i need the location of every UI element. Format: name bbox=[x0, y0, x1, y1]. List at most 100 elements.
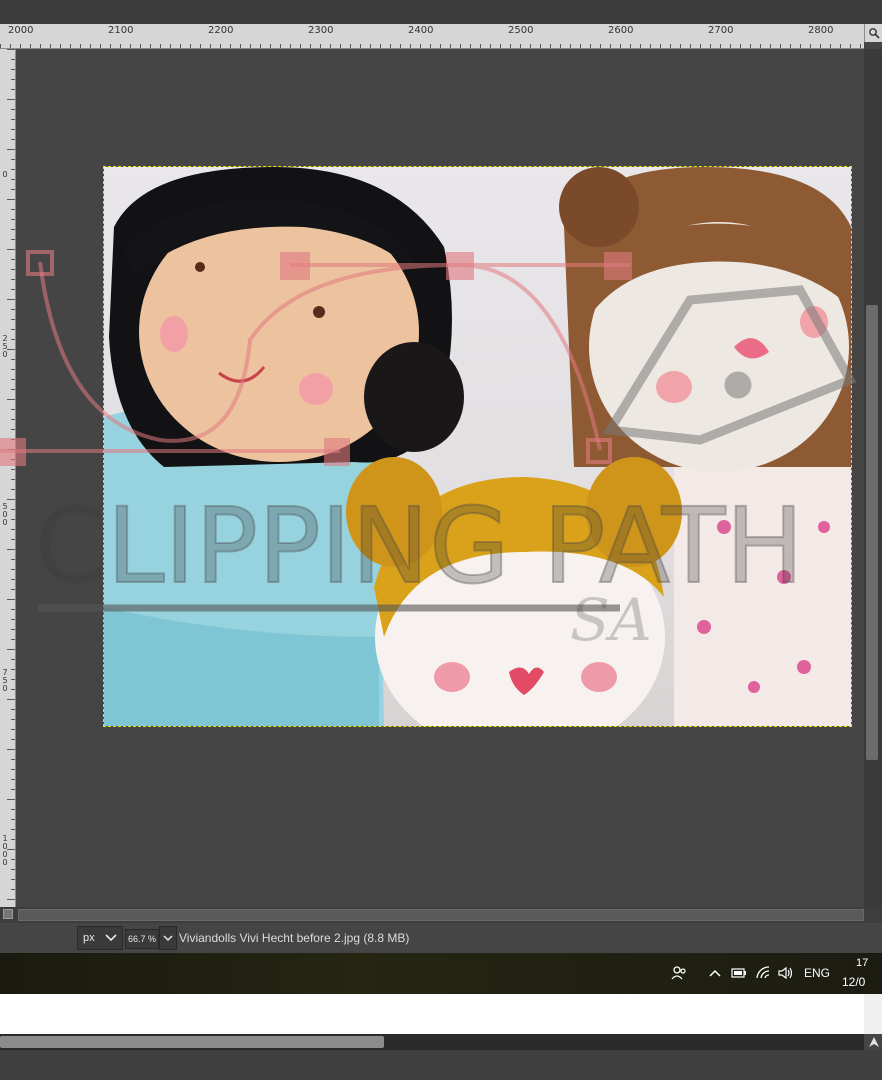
ruler-tick bbox=[11, 639, 15, 640]
ruler-tick bbox=[840, 44, 841, 48]
ruler-tick bbox=[370, 44, 371, 48]
people-button[interactable] bbox=[670, 963, 688, 983]
ruler-tick bbox=[11, 459, 15, 460]
zoom-value: 66.7 % bbox=[127, 934, 157, 944]
language-indicator[interactable]: ENG bbox=[804, 966, 830, 980]
ruler-tick bbox=[11, 409, 15, 410]
ruler-tick bbox=[70, 44, 71, 48]
ruler-tick bbox=[260, 44, 261, 48]
zoom-input[interactable]: 66.7 % bbox=[125, 929, 159, 949]
ruler-tick bbox=[11, 429, 15, 430]
horizontal-ruler[interactable]: 2000 2100 2200 2300 2400 2500 2600 2700 2800 bbox=[0, 24, 864, 49]
ruler-tick bbox=[830, 44, 831, 48]
ruler-tick bbox=[11, 229, 15, 230]
window-top-bar bbox=[0, 0, 882, 24]
ruler-tick bbox=[120, 44, 121, 48]
scroll-up-button[interactable] bbox=[866, 1034, 882, 1050]
ruler-tick bbox=[11, 669, 15, 670]
ruler-tick bbox=[11, 479, 15, 480]
ruler-tick bbox=[660, 44, 661, 48]
ruler-tick bbox=[190, 44, 191, 48]
ruler-tick bbox=[750, 44, 751, 48]
ruler-tick bbox=[11, 439, 15, 440]
ruler-label: 0 bbox=[2, 170, 8, 179]
ruler-tick bbox=[11, 529, 15, 530]
ruler-tick bbox=[780, 44, 781, 48]
ruler-tick bbox=[250, 44, 251, 48]
ruler-label: 2300 bbox=[308, 25, 334, 36]
ruler-tick bbox=[850, 44, 851, 48]
ruler-tick bbox=[610, 44, 611, 48]
ruler-tick bbox=[11, 609, 15, 610]
ruler-tick bbox=[11, 829, 15, 830]
ruler-tick bbox=[11, 169, 15, 170]
vertical-scroll-thumb[interactable] bbox=[866, 305, 878, 760]
ruler-tick bbox=[590, 44, 591, 48]
ruler-tick bbox=[11, 209, 15, 210]
ruler-tick bbox=[360, 44, 361, 48]
ruler-tick bbox=[7, 99, 15, 100]
horizontal-scrollbar[interactable] bbox=[18, 909, 864, 921]
unit-select[interactable]: px bbox=[77, 926, 123, 950]
outer-scroll-thumb[interactable] bbox=[0, 1036, 384, 1048]
ruler-tick bbox=[330, 44, 331, 48]
zoom-dropdown-button[interactable] bbox=[159, 926, 177, 950]
ruler-tick bbox=[210, 44, 211, 48]
ruler-tick bbox=[530, 44, 531, 48]
ruler-tick bbox=[11, 579, 15, 580]
tray-expand-button[interactable] bbox=[706, 963, 724, 983]
ruler-tick bbox=[410, 44, 411, 48]
ruler-tick bbox=[740, 44, 741, 48]
ruler-tick bbox=[490, 44, 491, 48]
ruler-tick bbox=[380, 44, 381, 48]
ruler-tick bbox=[720, 44, 721, 48]
ruler-tick bbox=[11, 869, 15, 870]
ruler-tick bbox=[820, 44, 821, 48]
ruler-tick bbox=[11, 879, 15, 880]
vertical-ruler[interactable]: 0 250 500 750 1000 bbox=[0, 49, 16, 907]
ruler-tick bbox=[11, 859, 15, 860]
volume-button[interactable] bbox=[777, 963, 795, 983]
desktop-bottom bbox=[0, 1050, 882, 1080]
ruler-tick bbox=[290, 44, 291, 48]
ruler-label: 2400 bbox=[408, 25, 434, 36]
ruler-tick bbox=[80, 44, 81, 48]
battery-button[interactable] bbox=[730, 963, 748, 983]
ruler-tick bbox=[11, 319, 15, 320]
ruler-tick bbox=[7, 799, 15, 800]
clock-date[interactable]: 12/0 bbox=[842, 975, 865, 989]
ruler-tick bbox=[770, 44, 771, 48]
ruler-tick bbox=[11, 729, 15, 730]
ruler-tick bbox=[7, 499, 15, 500]
ruler-tick bbox=[510, 44, 511, 48]
ruler-tick bbox=[11, 309, 15, 310]
ruler-tick bbox=[11, 369, 15, 370]
ruler-tick bbox=[11, 589, 15, 590]
ruler-tick bbox=[600, 44, 601, 48]
ruler-tick bbox=[800, 44, 801, 48]
navigate-button[interactable] bbox=[3, 909, 13, 919]
ruler-tick bbox=[50, 44, 51, 48]
ruler-tick bbox=[320, 44, 321, 48]
ruler-tick bbox=[550, 44, 551, 48]
ruler-tick bbox=[670, 44, 671, 48]
windows-taskbar bbox=[0, 953, 882, 994]
ruler-tick bbox=[240, 44, 241, 48]
ruler-tick bbox=[11, 269, 15, 270]
ruler-tick bbox=[520, 44, 521, 48]
ruler-tick bbox=[760, 44, 761, 48]
image-layer[interactable] bbox=[103, 166, 852, 727]
ruler-tick bbox=[470, 44, 471, 48]
ruler-tick bbox=[790, 44, 791, 48]
ruler-tick bbox=[11, 239, 15, 240]
ruler-tick bbox=[11, 709, 15, 710]
clock-time[interactable]: 17 bbox=[856, 957, 868, 969]
doll-photo bbox=[104, 167, 851, 726]
ruler-label: 500 bbox=[2, 502, 8, 527]
zoom-fit-button[interactable] bbox=[864, 24, 882, 42]
ruler-tick bbox=[460, 44, 461, 48]
people-icon bbox=[671, 966, 686, 980]
ruler-tick bbox=[11, 69, 15, 70]
ruler-tick bbox=[11, 779, 15, 780]
wifi-button[interactable] bbox=[755, 963, 773, 983]
